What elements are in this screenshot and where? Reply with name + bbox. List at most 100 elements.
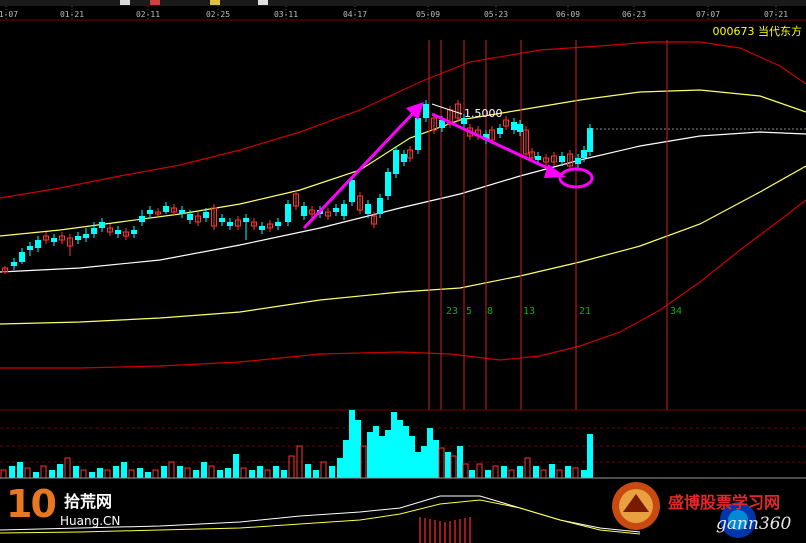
volume-bar-up	[556, 469, 563, 479]
volume-bar-up	[240, 467, 247, 479]
candle-body-down	[275, 222, 281, 226]
kline-chart[interactable]	[0, 0, 806, 543]
stock-chart-window: 01-07 01-21 02-11 02-25 03-11 04-17 05-09 05-23…	[0, 0, 806, 543]
volume-bar-down	[409, 436, 415, 478]
candle-body-down	[559, 156, 565, 162]
volume-bar-down	[305, 464, 311, 478]
candle-body-down	[575, 158, 581, 164]
volume-bar-up	[128, 469, 135, 479]
volume-bar-down	[391, 412, 397, 478]
volume-bar-down	[201, 462, 207, 478]
volume-bar-down	[17, 462, 23, 478]
volume-bar-down	[581, 470, 587, 478]
candle-body-down	[259, 226, 265, 230]
volume-bar-up	[462, 463, 469, 479]
candle-body-down	[415, 118, 421, 150]
candle-body-down	[377, 198, 383, 214]
volume-bar-down	[281, 470, 287, 478]
volume-bar-up	[208, 465, 215, 479]
watermark-number: 10	[6, 482, 57, 526]
candle-body-down	[365, 204, 371, 214]
candle-body-down	[99, 222, 105, 228]
volume-bar-down	[121, 462, 127, 478]
date-grid	[5, 6, 777, 20]
volume-bar-down	[225, 468, 231, 478]
candle-body-down	[333, 208, 339, 212]
volume-bar-up	[438, 447, 445, 479]
candle-body-down	[115, 230, 121, 234]
volume-bar-down	[403, 426, 409, 478]
price-level-label: 1.5000	[464, 107, 503, 120]
volume-bar-down	[73, 466, 79, 478]
fib-number: 34	[669, 306, 683, 317]
volume-bar-down	[89, 472, 95, 478]
volume-bar-up	[572, 467, 579, 479]
band-line	[0, 199, 806, 369]
volume-bar-down	[273, 466, 279, 478]
candle-body-down	[179, 210, 185, 214]
volume-bar-down	[517, 466, 523, 478]
scale-icon[interactable]	[210, 0, 220, 5]
candle-body-down	[587, 128, 593, 152]
candle-body-down	[497, 128, 503, 134]
candle-body-down	[393, 150, 399, 174]
volume-bar-up	[524, 457, 531, 479]
volume-bar-down	[337, 458, 343, 478]
candle-body-down	[139, 216, 145, 222]
volume-bar-down	[257, 466, 263, 478]
date-tick: 01-07	[0, 10, 19, 19]
candle-body-down	[147, 210, 153, 214]
volume-bar-up	[508, 469, 515, 479]
volume-bar-down	[9, 466, 15, 478]
date-tick: 05-09	[415, 10, 441, 19]
volume-bar-down	[313, 470, 319, 478]
candle-body-down	[301, 206, 307, 216]
candle-body-down	[341, 204, 347, 216]
volume-bar-down	[343, 440, 349, 478]
volume-bar-down	[397, 420, 403, 478]
candle-body-down	[131, 230, 137, 234]
draw-icon[interactable]	[258, 0, 268, 5]
fib-number: 13	[522, 306, 536, 317]
volume-bar-up	[476, 463, 483, 479]
volume-bar-down	[587, 434, 593, 478]
fib-number: 21	[578, 306, 592, 317]
volume-bar-up	[168, 461, 175, 479]
volume-bar-up	[24, 467, 31, 479]
toolbar	[0, 0, 806, 6]
date-tick: 06-23	[621, 10, 647, 19]
volume-bar-down	[501, 466, 507, 478]
volume-bar-down	[217, 470, 223, 478]
candle-body-down	[187, 214, 193, 220]
volume-bar-up	[80, 469, 87, 479]
volume-bar-up	[0, 469, 7, 479]
volume-bar-down	[469, 470, 475, 478]
volume-bar-down	[233, 454, 239, 478]
volume-bar-up	[152, 469, 159, 479]
candle-body-down	[91, 228, 97, 234]
volume-bar-up	[492, 465, 499, 479]
volume-bar-down	[57, 464, 63, 478]
candle-body-down	[19, 252, 25, 262]
stock-code-label: 000673 当代东方	[713, 23, 803, 39]
watermark-site: Huang.CN	[60, 514, 121, 528]
volume-bar-down	[427, 428, 433, 478]
stock-code: 000673	[712, 25, 755, 38]
volume-bar-down	[549, 464, 555, 478]
envelope-bands	[0, 41, 806, 369]
volume-bar-up	[184, 467, 191, 479]
candle-body-down	[51, 238, 57, 242]
candle-body-down	[227, 222, 233, 226]
band-line	[0, 89, 806, 237]
candle-body-down	[349, 180, 355, 202]
candle-body-down	[35, 240, 41, 248]
percent-icon[interactable]	[150, 0, 160, 5]
volume-bars	[0, 410, 593, 479]
down-trend-arrow	[431, 112, 557, 174]
candle-body-down	[423, 104, 429, 118]
date-tick: 03-11	[273, 10, 299, 19]
volume-bar-up	[64, 457, 71, 479]
chart-icon[interactable]	[120, 0, 130, 5]
volume-bar-down	[485, 470, 491, 478]
band-line	[0, 41, 806, 199]
